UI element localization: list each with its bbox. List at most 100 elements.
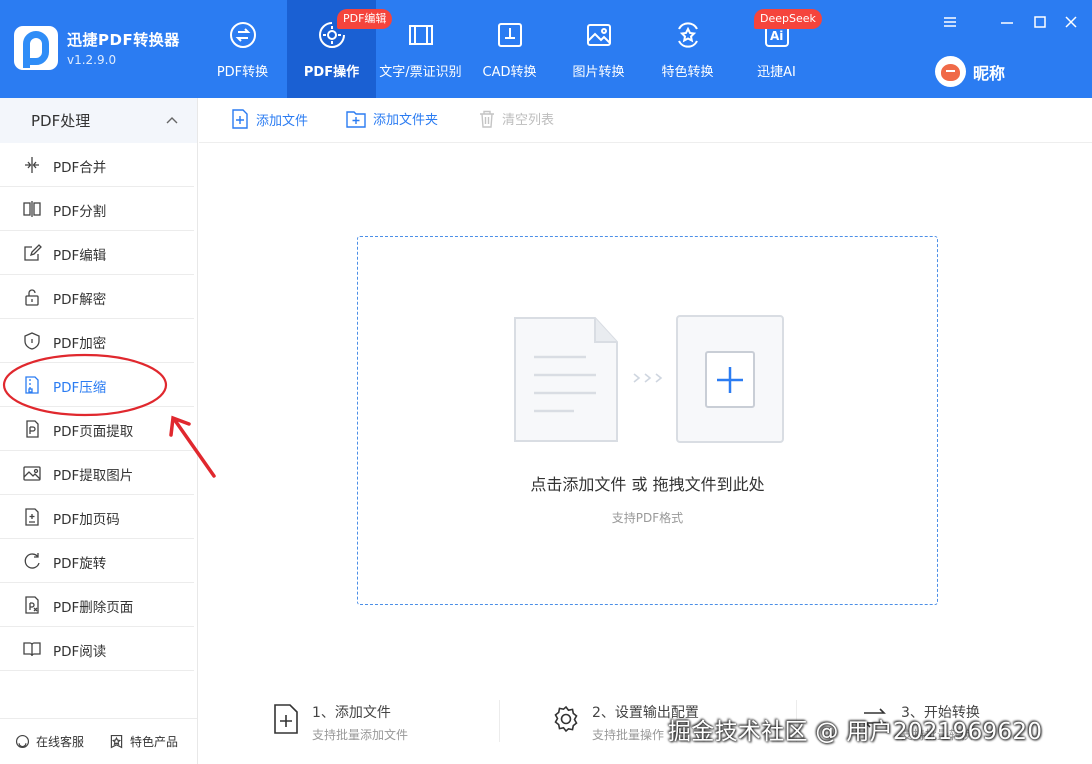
clear-list-button[interactable]: 清空列表 — [479, 109, 554, 128]
sidebar-item-label: PDF加密 — [53, 336, 107, 352]
convert-icon — [229, 22, 256, 48]
user-name[interactable]: 昵称 — [973, 60, 1005, 84]
step-subtitle: 支持批量添加文件 — [312, 728, 409, 742]
chevron-up-icon[interactable] — [165, 113, 179, 127]
sidebar-item-page-extract[interactable]: PDF页面提取 — [0, 407, 194, 451]
tab-label: 文字/票证识别 — [379, 65, 462, 80]
add-folder-button[interactable]: 添加文件夹 — [346, 109, 438, 128]
delete-page-icon — [25, 596, 39, 614]
split-icon — [23, 201, 41, 217]
featured-products-link[interactable]: 特色产品 — [108, 733, 178, 750]
badge-star-icon — [110, 734, 123, 749]
scan-icon — [408, 25, 433, 45]
sidebar-item-merge[interactable]: PDF合并 — [0, 143, 194, 187]
drop-zone-subtitle: 支持PDF格式 — [611, 511, 684, 525]
add-plus-icon — [676, 315, 784, 443]
image-extract-icon — [23, 466, 41, 481]
sidebar-item-label: PDF解密 — [53, 292, 107, 308]
settings-gear-icon — [554, 705, 578, 733]
book-icon — [23, 642, 41, 657]
add-file-label: 添加文件 — [256, 113, 309, 129]
unlock-icon — [25, 289, 39, 306]
step-subtitle: 支持批量操作 — [592, 728, 665, 742]
sidebar-item-label: PDF加页码 — [53, 512, 120, 528]
image-icon — [586, 24, 611, 46]
merge-icon — [25, 157, 39, 173]
close-icon[interactable] — [1061, 12, 1081, 32]
tab-xunjie-ai[interactable]: Ai 迅捷AI DeepSeek — [732, 0, 822, 98]
app-logo — [14, 26, 58, 70]
clear-list-label: 清空列表 — [502, 113, 555, 128]
sidebar: PDF处理 PDF合并 PDF分割 PDF编辑 PDF解密 PDF加密 PDF压… — [0, 98, 198, 764]
deepseek-badge: DeepSeek — [754, 9, 822, 29]
tab-ocr[interactable]: 文字/票证识别 — [376, 0, 465, 98]
sidebar-item-read[interactable]: PDF阅读 — [0, 627, 194, 671]
sidebar-item-label: PDF删除页面 — [53, 600, 134, 616]
avatar[interactable] — [935, 56, 966, 87]
app-window: 迅捷PDF转换器 v1.2.9.0 PDF转换 PDF操作 PDF编辑 文字/票… — [0, 0, 1092, 764]
add-file-icon — [232, 109, 248, 129]
add-folder-icon — [346, 110, 366, 128]
sidebar-item-page-numbers[interactable]: PDF加页码 — [0, 495, 194, 539]
shield-icon — [24, 332, 40, 350]
sidebar-item-edit[interactable]: PDF编辑 — [0, 231, 194, 275]
tab-label: 特色转换 — [661, 65, 714, 80]
tab-cad-convert[interactable]: CAD转换 — [465, 0, 554, 98]
sidebar-item-label: PDF页面提取 — [53, 424, 134, 440]
drop-illustration — [514, 315, 784, 443]
sidebar-item-rotate[interactable]: PDF旋转 — [0, 539, 194, 583]
sidebar-item-delete-pages[interactable]: PDF删除页面 — [0, 583, 194, 627]
sidebar-item-label: PDF分割 — [53, 204, 107, 220]
tab-label: 迅捷AI — [757, 65, 796, 80]
online-support-link[interactable]: 在线客服 — [14, 733, 84, 750]
sidebar-item-label: PDF压缩 — [53, 380, 107, 396]
rotate-icon — [24, 553, 40, 569]
watermark: 掘金技术社区 @ 用户2021969620 — [668, 719, 1043, 745]
tab-label: CAD转换 — [482, 65, 537, 80]
compress-icon — [25, 376, 39, 394]
sidebar-item-label: PDF编辑 — [53, 248, 107, 264]
add-file-button[interactable]: 添加文件 — [231, 109, 308, 129]
trash-icon — [480, 110, 494, 128]
tab-image-convert[interactable]: 图片转换 — [554, 0, 643, 98]
add-folder-label: 添加文件夹 — [373, 113, 439, 128]
edit-icon — [24, 244, 42, 261]
sidebar-item-compress[interactable]: PDF压缩 — [0, 363, 194, 407]
tab-pdf-convert[interactable]: PDF转换 — [198, 0, 287, 98]
brand: 迅捷PDF转换器 v1.2.9.0 — [14, 24, 180, 72]
sidebar-item-encrypt[interactable]: PDF加密 — [0, 319, 194, 363]
featured-products-label: 特色产品 — [130, 735, 179, 749]
cad-icon — [497, 23, 522, 47]
tab-pdf-operations[interactable]: PDF操作 PDF编辑 — [287, 0, 393, 98]
sidebar-item-extract-images[interactable]: PDF提取图片 — [0, 451, 194, 495]
title-bar: 迅捷PDF转换器 v1.2.9.0 PDF转换 PDF操作 PDF编辑 文字/票… — [0, 0, 1092, 98]
sidebar-item-label: PDF旋转 — [53, 556, 107, 572]
sidebar-section-header[interactable]: PDF处理 — [0, 98, 197, 143]
minimize-icon[interactable] — [997, 12, 1017, 32]
page-extract-icon — [26, 420, 39, 438]
sidebar-item-label: PDF提取图片 — [53, 468, 134, 484]
drop-zone-title: 点击添加文件 或 拖拽文件到此处 — [530, 475, 765, 494]
sidebar-item-label: PDF合并 — [53, 160, 107, 176]
sidebar-item-split[interactable]: PDF分割 — [0, 187, 194, 231]
tab-special-convert[interactable]: 特色转换 — [643, 0, 732, 98]
toolbar: 添加文件 添加文件夹 清空列表 — [199, 98, 1092, 143]
maximize-icon[interactable] — [1030, 12, 1050, 32]
star-icon — [677, 22, 698, 48]
sidebar-footer: 在线客服 特色产品 — [0, 718, 197, 764]
tab-label: PDF转换 — [216, 65, 269, 80]
app-version: v1.2.9.0 — [67, 53, 117, 67]
file-drop-zone[interactable]: 点击添加文件 或 拖拽文件到此处 支持PDF格式 — [357, 236, 938, 605]
sidebar-item-decrypt[interactable]: PDF解密 — [0, 275, 194, 319]
user-profile[interactable]: 昵称 — [935, 56, 1005, 87]
sidebar-section-title: PDF处理 — [31, 112, 91, 130]
tab-label: PDF操作 — [303, 65, 360, 80]
menu-icon[interactable] — [940, 12, 960, 32]
sidebar-list: PDF合并 PDF分割 PDF编辑 PDF解密 PDF加密 PDF压缩 PDF页… — [0, 143, 197, 671]
online-support-label: 在线客服 — [36, 735, 85, 749]
headset-icon — [15, 734, 30, 749]
app-name: 迅捷PDF转换器 — [67, 31, 180, 49]
tab-label: 图片转换 — [572, 65, 625, 80]
step-title: 1、添加文件 — [312, 705, 391, 721]
svg-text:Ai: Ai — [770, 29, 783, 43]
